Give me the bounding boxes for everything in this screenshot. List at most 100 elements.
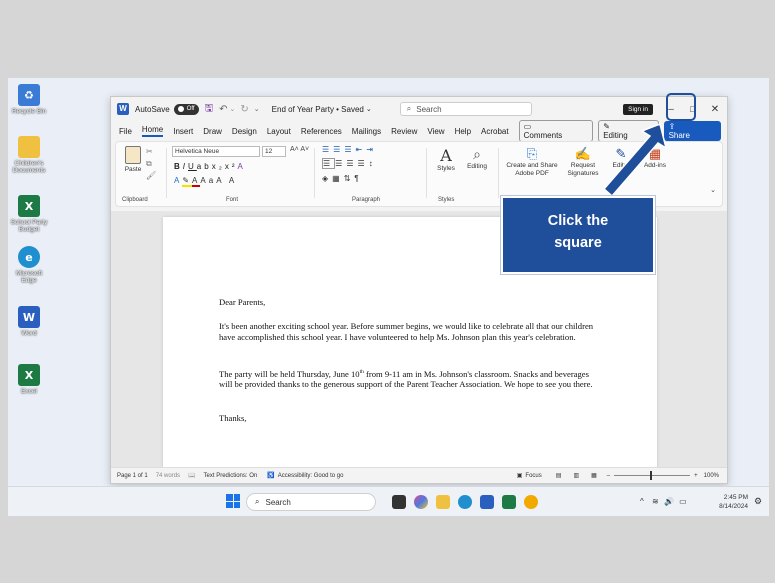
tab-acrobat[interactable]: Acrobat — [481, 127, 509, 136]
sort-icon[interactable]: ⇅ — [344, 174, 355, 183]
greeting: Dear Parents, — [219, 297, 266, 307]
tab-view[interactable]: View — [427, 127, 444, 136]
tab-file[interactable]: File — [119, 127, 132, 136]
bullets-icon[interactable]: ☰ — [322, 145, 333, 154]
align-left-icon[interactable]: ☰ — [322, 158, 336, 169]
strikethrough-icon[interactable]: ab — [197, 162, 212, 171]
undo-icon[interactable]: ↶ — [219, 104, 227, 115]
tab-mailings[interactable]: Mailings — [352, 127, 381, 136]
subscript-icon[interactable]: x₂ — [212, 162, 225, 171]
tab-layout[interactable]: Layout — [267, 127, 291, 136]
copilot-icon[interactable] — [414, 495, 428, 509]
tab-home[interactable]: Home — [141, 125, 164, 137]
wifi-icon[interactable]: ≋ — [652, 497, 659, 506]
format-painter-icon[interactable]: 🖌 — [146, 170, 156, 182]
tab-draw[interactable]: Draw — [203, 127, 222, 136]
text-predictions[interactable]: Text Predictions: On — [204, 473, 258, 479]
desktop-icon-excel[interactable]: X Excel — [10, 364, 48, 395]
document-title[interactable]: End of Year Party • Saved — [272, 105, 364, 114]
font-name-select[interactable]: Helvetica Neue — [172, 146, 260, 157]
autosave-toggle[interactable]: Off — [173, 103, 199, 115]
zoom-slider[interactable] — [614, 471, 691, 480]
paste-button[interactable]: Paste — [122, 146, 144, 173]
read-mode-icon[interactable]: ▤ — [556, 472, 562, 479]
zoom-thumb[interactable] — [650, 471, 653, 480]
redo-icon[interactable]: ↻ — [240, 104, 248, 115]
borders-icon[interactable]: ▦ — [332, 174, 344, 183]
task-view-icon[interactable] — [392, 495, 406, 509]
request-signatures-button[interactable]: ✍ Request Signatures — [564, 146, 602, 178]
cut-icon[interactable]: ✂ — [146, 146, 156, 158]
tab-insert[interactable]: Insert — [173, 127, 193, 136]
page-count[interactable]: Page 1 of 1 — [117, 473, 148, 479]
clear-format-icon[interactable]: A — [237, 162, 245, 171]
tab-references[interactable]: References — [301, 127, 342, 136]
start-button[interactable] — [226, 494, 240, 508]
outdent-icon[interactable]: ⇥ — [366, 145, 377, 154]
font-size-grow-icon[interactable]: A˄ A˅ — [290, 146, 309, 153]
zoom-in-icon[interactable]: + — [694, 473, 698, 479]
web-layout-icon[interactable]: ▦ — [591, 472, 597, 479]
change-case-icon[interactable]: Aa — [200, 176, 216, 185]
signin-button[interactable]: Sign in — [623, 103, 653, 115]
title-chevron-icon[interactable]: ⌄ — [366, 105, 372, 113]
bold-icon[interactable]: B — [174, 162, 183, 171]
zoom-level[interactable]: 100% — [704, 473, 719, 479]
copy-icon[interactable]: ⧉ — [146, 158, 156, 170]
desktop-icon-budget[interactable]: X School Party Budget — [10, 195, 48, 233]
underline-icon[interactable]: U — [188, 162, 197, 171]
word-count[interactable]: 74 words — [156, 473, 180, 479]
highlight-icon[interactable]: ✎ — [182, 176, 193, 187]
desktop-icon-word[interactable]: W Word — [10, 306, 48, 337]
file-explorer-icon[interactable] — [436, 495, 450, 509]
proofing-icon[interactable]: 📖 — [188, 472, 195, 479]
customize-qat-icon[interactable]: ⌄ — [254, 105, 260, 113]
save-icon[interactable]: 🖫 — [205, 101, 214, 118]
taskbar-search[interactable]: ⌕ Search — [246, 493, 376, 511]
focus-button[interactable]: Focus — [525, 473, 541, 479]
ribbon-collapse-icon[interactable]: ⌄ — [710, 186, 716, 194]
indent-icon[interactable]: ⇤ — [356, 145, 367, 154]
show-marks-icon[interactable]: ¶ — [354, 174, 362, 183]
desktop-icon-documents[interactable]: Children's Documents — [10, 136, 48, 174]
share-button[interactable]: ⇪ Share — [663, 121, 721, 141]
superscript-icon[interactable]: x² — [225, 162, 238, 171]
desktop-icon-recycle-bin[interactable]: ♻ Recycle Bin — [10, 84, 48, 115]
clock[interactable]: 2:45 PM 8/14/2024 — [708, 493, 748, 511]
align-center-icon[interactable]: ☰ — [335, 159, 346, 168]
battery-icon[interactable]: ▭ — [679, 497, 687, 506]
shading-icon[interactable]: ◈ — [322, 174, 332, 183]
edge-icon[interactable] — [458, 495, 472, 509]
tab-help[interactable]: Help — [455, 127, 471, 136]
styles-button[interactable]: A Styles — [434, 146, 458, 172]
chevron-up-icon[interactable]: ^ — [640, 497, 644, 506]
undo-dropdown-icon[interactable]: ⌄ — [230, 105, 236, 113]
maximize-highlight — [666, 93, 696, 121]
tab-design[interactable]: Design — [232, 127, 257, 136]
create-pdf-button[interactable]: ⎘ Create and Share Adobe PDF — [506, 146, 558, 178]
instruction-callout: Click the square — [501, 196, 655, 274]
zoom-out-icon[interactable]: – — [607, 473, 610, 479]
desktop-icon-edge[interactable]: e Microsoft Edge — [10, 246, 48, 284]
print-layout-icon[interactable]: ▥ — [573, 472, 579, 479]
volume-icon[interactable]: 🔊 — [664, 497, 674, 506]
comments-button[interactable]: ▭ Comments — [518, 120, 594, 142]
editing-button[interactable]: ⌕ Editing — [464, 146, 490, 170]
excel-taskbar-icon[interactable] — [502, 495, 516, 509]
grow-shrink-icon[interactable]: A A — [216, 176, 237, 185]
tray-icons[interactable]: ^ ≋ 🔊 ▭ — [640, 497, 687, 506]
accessibility-status[interactable]: Accessibility: Good to go — [278, 473, 344, 479]
font-size-select[interactable]: 12 — [262, 146, 286, 157]
search-box[interactable]: ⌕ Search — [399, 102, 532, 116]
line-spacing-icon[interactable]: ↕ — [369, 159, 377, 168]
justify-icon[interactable]: ☰ — [358, 159, 369, 168]
notification-icon[interactable]: ⚙ — [754, 496, 762, 507]
numbering-icon[interactable]: ☰ — [333, 145, 344, 154]
close-icon[interactable]: ✕ — [705, 104, 725, 115]
search-icon: ⌕ — [406, 104, 412, 113]
tab-review[interactable]: Review — [391, 127, 417, 136]
word-taskbar-icon[interactable] — [480, 495, 494, 509]
align-right-icon[interactable]: ☰ — [346, 159, 357, 168]
multilevel-icon[interactable]: ☰ — [344, 145, 355, 154]
chrome-icon[interactable] — [524, 495, 538, 509]
